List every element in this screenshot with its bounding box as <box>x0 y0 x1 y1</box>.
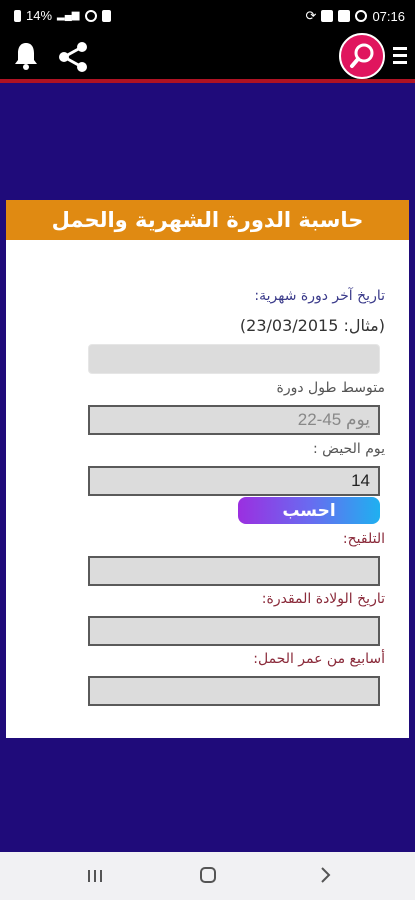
toolbar-divider <box>0 79 415 83</box>
ovulation-field[interactable] <box>88 556 380 586</box>
signal-icon: ▂▄▆ <box>57 10 80 21</box>
pregnancy-weeks-label: أسابيع من عمر الحمل: <box>253 651 385 667</box>
sync-icon: ⟳ <box>305 8 317 23</box>
calculate-button[interactable]: احسب <box>238 497 380 524</box>
status-left: 14% ▂▄▆ <box>14 8 111 23</box>
due-date-field[interactable] <box>88 616 380 646</box>
calculator-title: حاسبة الدورة الشهرية والحمل <box>6 200 409 240</box>
last-period-label: تاريخ آخر دورة شهرية: <box>254 288 385 304</box>
battery-icon <box>14 9 21 22</box>
last-period-input[interactable] <box>89 345 379 373</box>
facebook-icon <box>321 10 334 22</box>
notification-icon <box>101 9 111 22</box>
last-period-field[interactable] <box>88 344 380 374</box>
period-days-label: يوم الحيض : <box>313 441 385 457</box>
period-days-input[interactable] <box>90 468 378 494</box>
home-icon[interactable] <box>200 867 216 883</box>
status-bar: 14% ▂▄▆ ⟳ 07:16 <box>0 0 415 32</box>
ovulation-label: التلقيح: <box>342 531 385 547</box>
gallery-icon <box>338 10 351 22</box>
recent-apps-icon[interactable] <box>86 868 104 884</box>
period-days-field[interactable] <box>88 466 380 496</box>
bell-icon[interactable] <box>12 40 40 72</box>
status-right: ⟳ 07:16 <box>306 8 405 24</box>
search-icon <box>350 43 374 68</box>
battery-percent: 14% <box>26 8 53 23</box>
due-date-input[interactable] <box>90 618 378 644</box>
ovulation-input[interactable] <box>90 558 378 584</box>
date-example-text: (مثال: 23/03/2015) <box>239 316 385 335</box>
system-nav-bar <box>0 852 415 900</box>
wifi-icon <box>84 9 97 22</box>
cycle-length-input[interactable] <box>90 407 378 433</box>
share-icon[interactable] <box>56 40 90 74</box>
pregnancy-weeks-input[interactable] <box>90 678 378 704</box>
calculator-card: حاسبة الدورة الشهرية والحمل تاريخ آخر دو… <box>6 200 409 738</box>
back-icon[interactable] <box>318 866 332 884</box>
status-time: 07:16 <box>372 8 405 24</box>
app-icon <box>355 10 368 22</box>
due-date-label: تاريخ الولادة المقدرة: <box>261 591 385 607</box>
pregnancy-weeks-field[interactable] <box>88 676 380 706</box>
cycle-length-field[interactable] <box>88 405 380 435</box>
search-button[interactable] <box>339 33 385 79</box>
cycle-length-label: متوسط طول دورة <box>276 380 385 396</box>
menu-icon[interactable] <box>393 47 407 68</box>
